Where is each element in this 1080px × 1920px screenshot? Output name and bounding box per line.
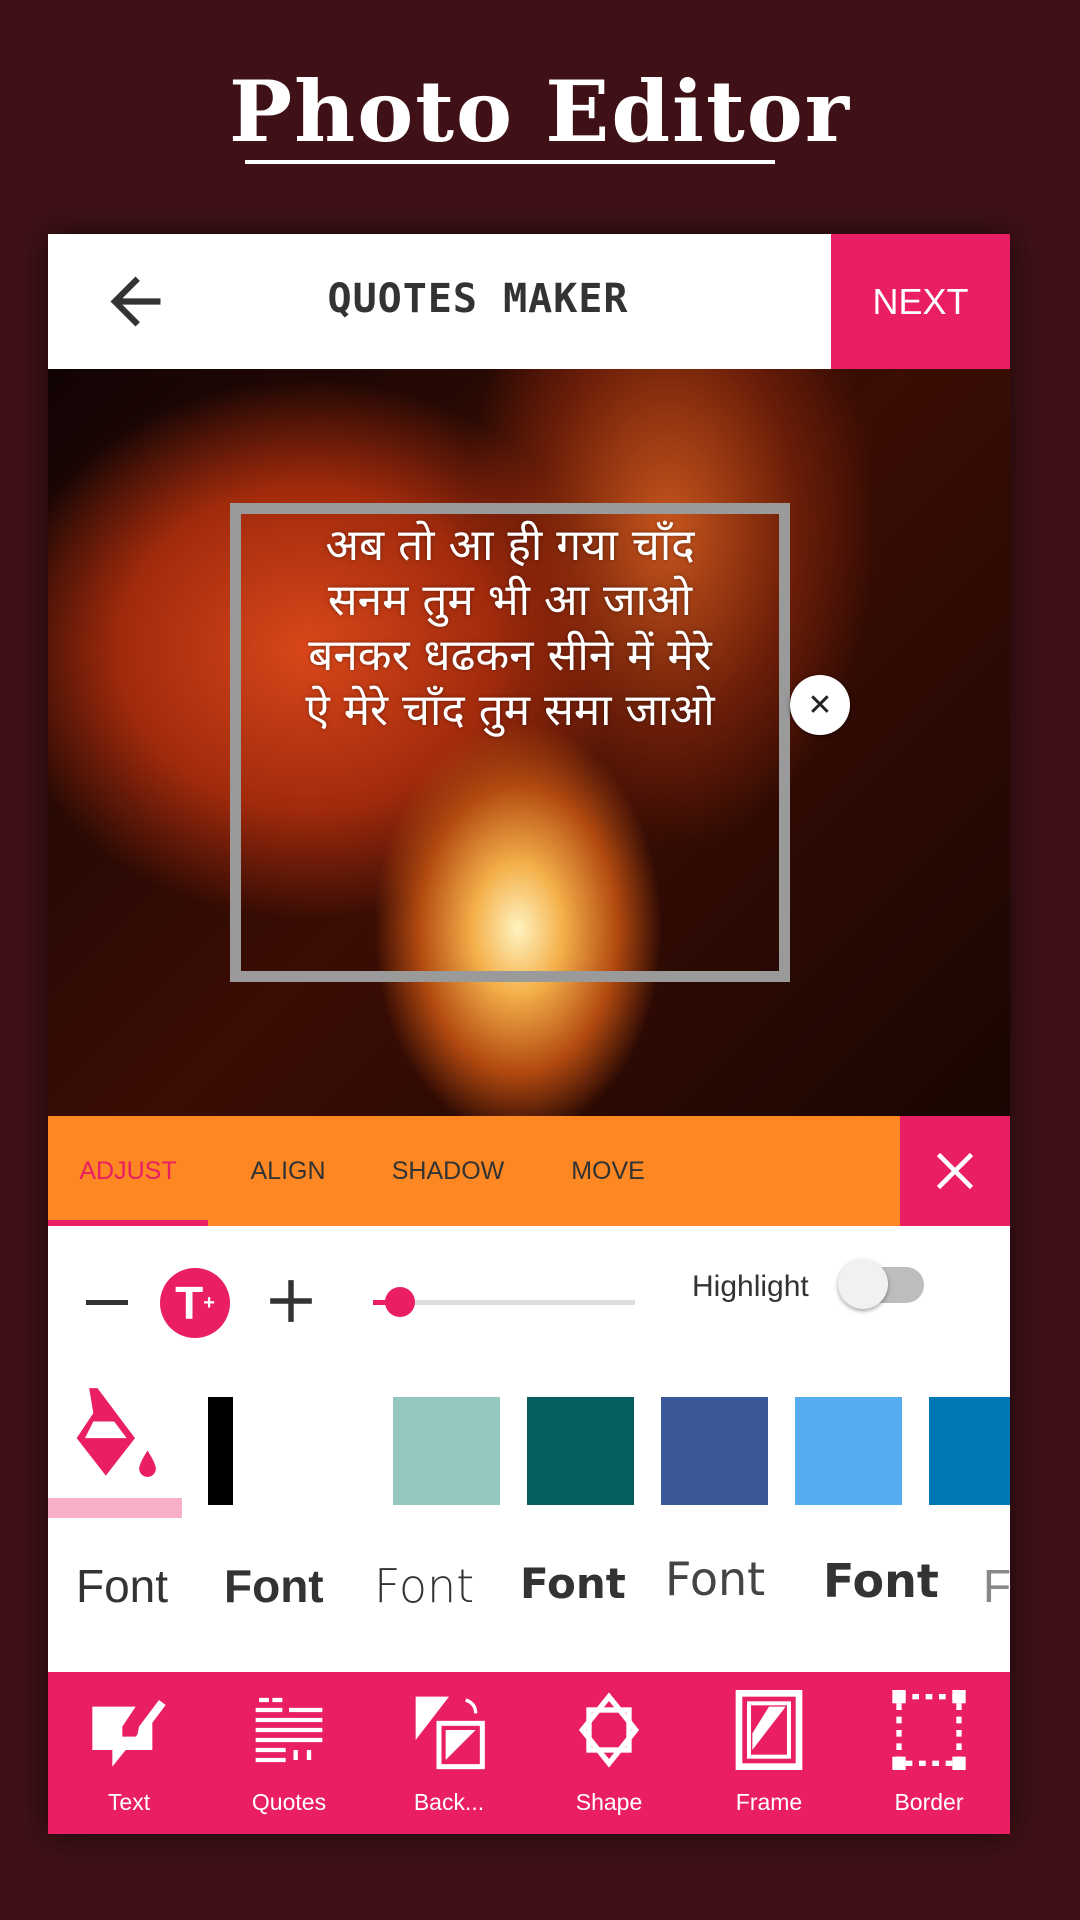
nav-label: Quotes [251,1789,327,1815]
nav-background[interactable]: Back... [374,1672,524,1834]
tab-bar: ADJUST ALIGN SHADOW MOVE [48,1116,1010,1226]
delete-sticker-button[interactable]: ✕ [790,675,850,735]
nav-label: Frame [735,1789,803,1815]
paint-bucket-icon[interactable] [60,1384,160,1484]
text-sticker[interactable]: अब तो आ ही गया चाँद सनम तुम भी आ जाओ बनक… [230,503,790,982]
title-underline [245,160,775,164]
color-mode-indicator [48,1498,182,1518]
tab-align[interactable]: ALIGN [218,1116,358,1226]
border-icon [892,1690,966,1770]
app-header: QUOTES MAKER NEXT [48,234,1010,369]
quote-line: अब तो आ ही गया चाँद [325,520,695,571]
frame-icon [735,1690,803,1770]
app-screen: QUOTES MAKER NEXT अब तो आ ही गया चाँद सन… [48,234,1011,1834]
font-option[interactable]: Font [374,1559,474,1613]
size-slider-thumb[interactable] [385,1287,415,1317]
quote-line: सनम तुम भी आ जाओ [327,575,693,626]
quotes-icon [255,1697,323,1763]
nav-label: Back... [413,1789,485,1815]
page-title: QUOTES MAKER [327,276,629,322]
nav-frame[interactable]: Frame [694,1672,844,1834]
arrow-left-icon[interactable] [98,264,173,339]
highlight-toggle-thumb[interactable] [838,1259,888,1309]
color-swatch[interactable] [929,1397,1010,1505]
nav-label: Text [107,1789,151,1815]
quote-line: ऐ मेरे चाँद तुम समा जाओ [305,685,715,736]
next-button[interactable]: NEXT [831,234,1010,369]
color-swatch-white[interactable] [237,1397,344,1505]
color-swatch-black[interactable] [208,1397,233,1505]
nav-quotes[interactable]: Quotes [214,1672,364,1834]
font-option[interactable]: Font [823,1554,939,1608]
close-icon: ✕ [807,688,833,722]
tab-adjust[interactable]: ADJUST [48,1116,208,1226]
shape-icon [578,1692,640,1768]
decrease-size-button[interactable] [86,1300,128,1305]
text-size-icon: T + [160,1268,230,1338]
quote-text: अब तो आ ही गया चाँद सनम तुम भी आ जाओ बनक… [241,518,779,738]
nav-shape[interactable]: Shape [534,1672,684,1834]
font-option[interactable]: Font [520,1559,626,1608]
tab-move[interactable]: MOVE [538,1116,678,1226]
text-size-label: T [175,1277,204,1329]
nav-label: Shape [575,1789,643,1815]
color-swatch[interactable] [393,1397,500,1505]
close-icon [936,1152,974,1190]
promo-title: Photo Editor [228,62,852,161]
color-swatch[interactable] [527,1397,634,1505]
color-swatch[interactable] [795,1397,902,1505]
font-option[interactable]: F [983,1559,1011,1613]
photo-canvas[interactable]: अब तो आ ही गया चाँद सनम तुम भी आ जाओ बनक… [48,369,1010,1116]
color-swatch[interactable] [661,1397,768,1505]
text-edit-icon [92,1700,166,1767]
nav-label: Border [894,1789,964,1815]
font-option[interactable]: Font [76,1559,168,1613]
nav-text[interactable]: Text [54,1672,204,1834]
font-option[interactable]: Font [224,1559,324,1613]
highlight-label: Highlight [692,1270,809,1303]
increase-size-button[interactable] [266,1276,316,1326]
font-option[interactable]: Font [665,1552,765,1606]
background-icon [415,1696,485,1770]
quote-line: बनकर धढकन सीने में मेरे [308,630,712,681]
bottom-toolbar: Text Quotes Back... Shape Frame Border [48,1672,1010,1834]
active-tab-indicator [48,1220,208,1226]
nav-border[interactable]: Border [854,1672,1004,1834]
tab-shadow[interactable]: SHADOW [358,1116,538,1226]
close-panel-button[interactable] [900,1116,1010,1226]
